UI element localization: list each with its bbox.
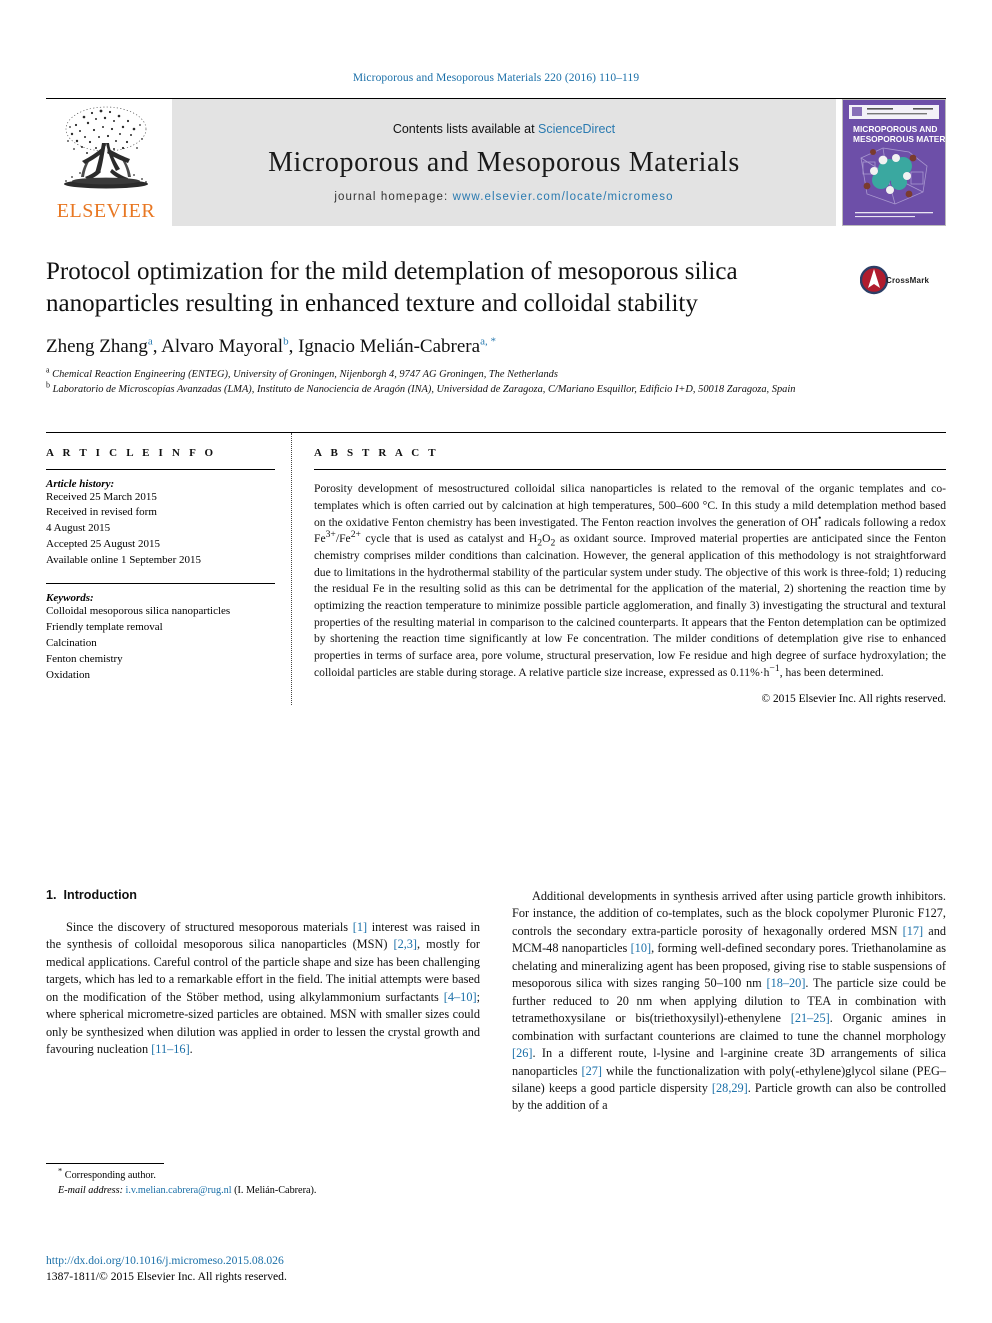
running-head: Microporous and Mesoporous Materials 220… [352,72,640,84]
citation-link[interactable]: [10] [631,941,652,955]
journal-cover-thumbnail: MICROPOROUS AND MESOPOROUS MATERIALS [842,99,946,226]
issn-copyright-line: 1387-1811/© 2015 Elsevier Inc. All right… [46,1270,287,1284]
abstract-part: cycle that is used as catalyst and H [360,532,538,546]
citation-link[interactable]: [17] [903,924,924,938]
page-title: Protocol optimization for the mild detem… [46,258,738,317]
keyword-item: Calcination [46,637,97,650]
elsevier-wordmark: ELSEVIER [56,200,156,222]
info-abstract-section: A R T I C L E I N F O Article history: R… [46,431,946,705]
introduction-paragraph-left: Since the discovery of structured mesopo… [46,919,480,1059]
sciencedirect-link[interactable]: ScienceDirect [538,122,615,136]
article-info-heading: A R T I C L E I N F O [46,446,217,459]
corresponding-author-footnote: * Corresponding author. E-mail address: … [46,1163,480,1199]
text-run: Since the discovery of structured mesopo… [66,920,353,934]
author-affil-mark[interactable]: b [283,336,289,348]
journal-homepage-line: journal homepage: www.elsevier.com/locat… [334,191,673,203]
introduction-heading: 1. Introduction [46,888,480,902]
keyword-item: Friendly template removal [46,621,163,634]
article-history-item: 4 August 2015 [46,522,111,535]
crossmark-badge[interactable]: CrossMark [859,258,946,307]
email-link[interactable]: i.v.melian.cabrera@rug.nl [126,1185,232,1196]
citation-link[interactable]: [1] [353,920,367,934]
article-history-item: Available online 1 September 2015 [46,554,201,567]
citation-link[interactable]: [2,3] [393,937,417,951]
email-line: E-mail address: i.v.melian.cabrera@rug.n… [46,1183,480,1198]
abstract-part: as oxidant source. Improved material pro… [314,532,946,679]
contents-prefix: Contents lists available at [392,122,539,136]
contents-available-line: Contents lists available at ScienceDirec… [393,122,615,136]
journal-cover-art: MICROPOROUS AND MESOPOROUS MATERIALS [843,100,945,225]
fe2-charge: 2+ [350,529,361,541]
citation-link[interactable]: [26] [512,1046,533,1060]
keyword-item: Oxidation [46,668,90,681]
abstract-part: /Fe [335,532,351,546]
citation-link[interactable]: [11–16] [151,1042,189,1056]
affiliation-text: Laboratorio de Microscopías Avanzadas (L… [52,383,796,395]
article-history-item: Received in revised form [46,506,157,519]
fe3-charge: 3+ [325,529,336,541]
crossmark-label: CrossMark [886,276,930,285]
body-column-left: 1. Introduction Since the discovery of st… [46,888,480,1115]
body-column-right: Additional developments in synthesis arr… [512,888,946,1115]
affiliation-text: Chemical Reaction Engineering (ENTEG), U… [52,369,558,380]
per-hour-exponent: −1 [769,662,780,674]
email-label: E-mail address: [58,1185,123,1197]
svg-text:MESOPOROUS MATERIALS: MESOPOROUS MATERIALS [853,134,945,144]
article-history-item: Received 25 March 2015 [46,490,157,503]
affiliation-item: b Laboratorio de Microscopías Avanzadas … [46,380,854,398]
citation-link[interactable]: [4–10] [444,990,477,1004]
author-list: Zheng Zhanga, Alvaro Mayoralb, Ignacio M… [46,335,496,357]
section-title: Introduction [63,888,137,902]
article-info-divider [46,468,275,470]
article-info-column: A R T I C L E I N F O Article history: R… [46,432,292,705]
corresponding-author-label: Corresponding author. [64,1170,156,1181]
svg-text:MICROPOROUS AND: MICROPOROUS AND [853,124,937,134]
affiliation-mark: b [46,380,50,390]
keyword-item: Colloidal mesoporous silica nanoparticle… [46,605,231,618]
body-columns: 1. Introduction Since the discovery of st… [46,888,946,1115]
footnote-divider [46,1163,164,1164]
affiliation-mark: a [46,365,50,375]
citation-link[interactable]: [28,29] [712,1081,748,1095]
abstract-part: , has been determined. [779,665,884,679]
corresponding-author-line: * Corresponding author. [46,1165,480,1183]
elsevier-tree-icon [64,106,148,189]
journal-homepage-link[interactable]: www.elsevier.com/locate/micromeso [453,191,674,203]
journal-masthead: ELSEVIER Contents lists available at Sci… [46,98,946,226]
paper-page: Microporous and Mesoporous Materials 220… [0,0,992,1323]
masthead-center: Contents lists available at ScienceDirec… [172,99,836,226]
email-owner: (I. Melián-Cabrera). [234,1185,317,1197]
homepage-prefix: journal homepage: [334,191,453,203]
author-affil-mark[interactable]: a, * [480,336,496,348]
section-number: 1. [46,888,57,902]
abstract-column: A B S T R A C T Porosity development of … [292,433,946,705]
author-name: Ignacio Melián-Cabrera [298,336,481,357]
author-affil-mark[interactable]: a [148,336,153,348]
elsevier-logo: ELSEVIER [46,99,166,226]
abstract-divider [314,468,946,470]
citation-link[interactable]: [21–25] [791,1011,830,1025]
citation-link[interactable]: [18–20] [766,976,805,990]
doi-link[interactable]: http://dx.doi.org/10.1016/j.micromeso.20… [46,1253,287,1269]
affiliation-item: a Chemical Reaction Engineering (ENTEG),… [46,365,854,383]
article-history-label: Article history: [46,477,115,490]
keywords-block: Keywords: Colloidal mesoporous silica na… [46,583,275,684]
article-history-item: Accepted 25 August 2015 [46,538,160,551]
title-block: Protocol optimization for the mild detem… [46,256,946,398]
abstract-heading: A B S T R A C T [314,446,439,459]
corresponding-marker: * [58,1165,63,1176]
author-name: Zheng Zhang [46,336,148,357]
journal-title: Microporous and Mesoporous Materials [268,147,740,178]
citation-link[interactable]: [27] [582,1064,603,1078]
abstract-copyright: © 2015 Elsevier Inc. All rights reserved… [761,692,946,705]
text-run: Additional developments in synthesis arr… [512,889,946,938]
keywords-label: Keywords: [46,592,94,605]
affiliation-list: a Chemical Reaction Engineering (ENTEG),… [46,365,854,398]
introduction-paragraph-right: Additional developments in synthesis arr… [512,888,946,1115]
text-run: . [189,1042,193,1057]
doi-footer: http://dx.doi.org/10.1016/j.micromeso.20… [46,1253,287,1286]
abstract-text: Porosity development of mesostructured c… [314,481,946,681]
keyword-item: Fenton chemistry [46,653,123,666]
author-name: Alvaro Mayoral [161,336,284,357]
